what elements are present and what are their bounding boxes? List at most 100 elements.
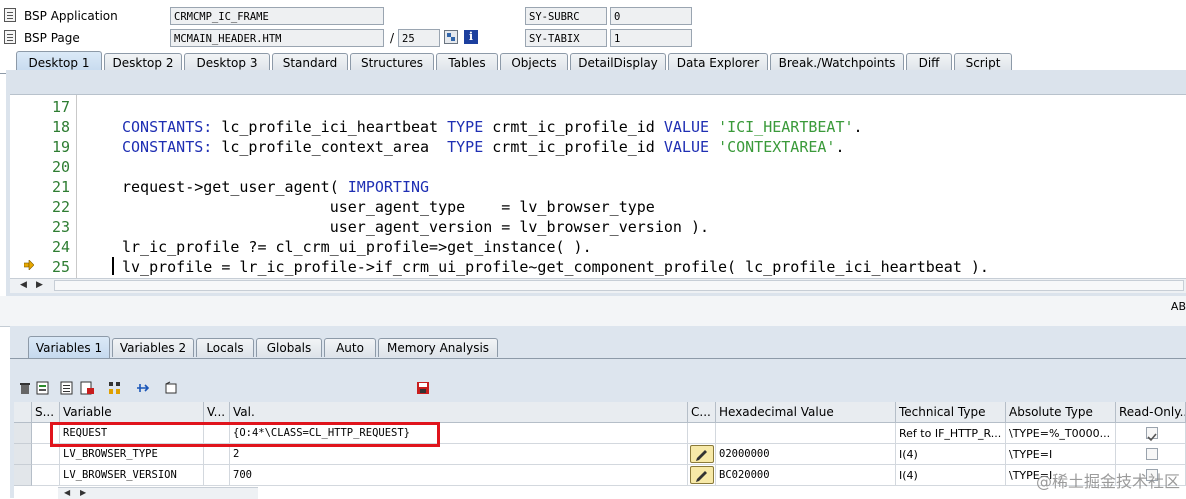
- code-keyword: VALUE: [663, 138, 719, 156]
- text-cursor: [112, 257, 114, 275]
- cell-read-only: [1116, 444, 1186, 465]
- open-folder-icon[interactable]: [164, 381, 178, 395]
- delete-icon[interactable]: [18, 381, 32, 395]
- line-number: 18: [51, 118, 70, 136]
- code-text: CONSTANTS: lc_profile_ici_heartbeat TYPE…: [122, 117, 863, 137]
- page-separator: /: [390, 31, 395, 45]
- table-view-icon[interactable]: [60, 381, 74, 395]
- cell-v: [204, 465, 230, 486]
- header-read-only[interactable]: Read-Only...: [1116, 402, 1186, 423]
- cell-v: [204, 423, 230, 444]
- cell-variable[interactable]: REQUEST: [60, 423, 204, 444]
- edit-pencil-icon[interactable]: [690, 466, 714, 484]
- code-keyword: IMPORTING: [347, 178, 430, 196]
- cell-s: [32, 465, 60, 486]
- code-token: lv_profile = lr_ic_profile->if_crm_ui_pr…: [122, 258, 989, 276]
- code-token: lc_profile_context_area: [221, 138, 448, 156]
- page-count-field[interactable]: 25: [398, 29, 440, 47]
- code-keyword: TYPE: [447, 118, 493, 136]
- code-keyword: CONSTANTS:: [122, 118, 222, 136]
- grid-scroll-left-icon[interactable]: ◀: [64, 488, 70, 497]
- code-text: lv_profile = lr_ic_profile->if_crm_ui_pr…: [122, 257, 989, 277]
- header-selector: [14, 402, 32, 423]
- cell-absolute-type: \TYPE=%_T0000...: [1006, 423, 1116, 444]
- navigate-icon[interactable]: [136, 381, 150, 395]
- variables-grid: S... Variable V... Val. C... Hexadecimal…: [14, 402, 1186, 499]
- code-token: .: [835, 138, 845, 156]
- sy-tabix-label: SY-TABIX: [525, 29, 607, 47]
- code-text: user_agent_version = lv_browser_version …: [122, 217, 709, 237]
- editor-horizontal-scrollbar[interactable]: ◀ ▶: [10, 278, 1186, 293]
- band-right-text: AB: [1170, 300, 1186, 313]
- line-number: 22: [51, 198, 70, 216]
- code-token: user_agent_version = lv_browser_version …: [122, 218, 709, 236]
- line-number: 20: [51, 158, 70, 176]
- cell-variable[interactable]: LV_BROWSER_VERSION: [60, 465, 204, 486]
- header-variable[interactable]: Variable: [60, 402, 204, 423]
- header-absolute-type[interactable]: Absolute Type: [1006, 402, 1116, 423]
- cell-c: [688, 465, 716, 486]
- insert-row-icon[interactable]: [36, 381, 50, 395]
- bsp-application-field[interactable]: CRMCMP_IC_FRAME: [170, 7, 384, 25]
- header-s[interactable]: S...: [32, 402, 60, 423]
- save-icon[interactable]: [416, 381, 430, 395]
- code-token: crmt_ic_profile_id: [492, 118, 664, 136]
- header-hex[interactable]: Hexadecimal Value: [716, 402, 896, 423]
- source-code-editor[interactable]: 17 18 CONSTANTS: lc_profile_ici_heartbeat …: [10, 94, 1186, 279]
- cell-absolute-type: \TYPE=I: [1006, 444, 1116, 465]
- cell-v: [204, 444, 230, 465]
- sort-icon[interactable]: [108, 381, 122, 395]
- bsp-page-label: BSP Page: [24, 31, 80, 45]
- cell-read-only: [1116, 423, 1186, 444]
- tab-auto[interactable]: Auto: [324, 338, 376, 357]
- code-text: CONSTANTS: lc_profile_context_area TYPE …: [122, 137, 845, 157]
- cell-s: [32, 423, 60, 444]
- cell-s: [32, 444, 60, 465]
- scroll-right-icon[interactable]: ▶: [36, 280, 43, 290]
- line-number: 25: [51, 258, 70, 276]
- bsp-application-label: BSP Application: [24, 9, 118, 23]
- tab-memory-analysis[interactable]: Memory Analysis: [378, 338, 498, 357]
- line-number: 24: [51, 238, 70, 256]
- grid-scroll-right-icon[interactable]: ▶: [80, 488, 86, 497]
- tab-globals[interactable]: Globals: [256, 338, 322, 357]
- scroll-left-icon[interactable]: ◀: [20, 280, 27, 290]
- cell-technical-type: Ref to IF_HTTP_R...: [896, 423, 1006, 444]
- cell-c: [688, 444, 716, 465]
- code-token: lr_ic_profile ?= cl_crm_ui_profile=>get_…: [122, 238, 592, 256]
- grid-horizontal-scrollbar[interactable]: ◀ ▶: [58, 487, 258, 499]
- tab-locals[interactable]: Locals: [196, 338, 254, 357]
- bsp-page-field[interactable]: MCMAIN_HEADER.HTM: [170, 29, 384, 47]
- code-token: .: [853, 118, 863, 136]
- row-selector[interactable]: [14, 423, 32, 444]
- row-selector[interactable]: [14, 444, 32, 465]
- edit-pencil-icon[interactable]: [690, 445, 714, 463]
- line-number: 23: [51, 218, 70, 236]
- cell-technical-type: I(4): [896, 465, 1006, 486]
- tab-variables-1[interactable]: Variables 1: [28, 336, 110, 358]
- scroll-thumb[interactable]: [54, 280, 1184, 291]
- cell-value[interactable]: 2: [230, 444, 688, 465]
- header-v[interactable]: V...: [204, 402, 230, 423]
- tab-variables-2[interactable]: Variables 2: [112, 338, 194, 357]
- bsp-application-icon: [4, 8, 16, 22]
- sy-tabix-value: 1: [610, 29, 692, 47]
- header-technical-type[interactable]: Technical Type: [896, 402, 1006, 423]
- cell-variable[interactable]: LV_BROWSER_TYPE: [60, 444, 204, 465]
- debugger-header: BSP Application CRMCMP_IC_FRAME BSP Page…: [0, 0, 1186, 50]
- cell-value[interactable]: 700: [230, 465, 688, 486]
- code-text: request->get_user_agent( IMPORTING: [122, 177, 429, 197]
- header-value[interactable]: Val.: [230, 402, 688, 423]
- read-only-checkbox[interactable]: [1146, 427, 1158, 442]
- code-token: request->get_user_agent(: [122, 178, 348, 196]
- read-only-checkbox[interactable]: [1146, 448, 1158, 460]
- cell-hex: [716, 423, 896, 444]
- remove-row-icon[interactable]: [80, 381, 94, 395]
- row-selector[interactable]: [14, 465, 32, 486]
- info-icon[interactable]: i: [464, 30, 478, 44]
- header-c[interactable]: C...: [688, 402, 716, 423]
- code-keyword: CONSTANTS:: [122, 138, 222, 156]
- cell-hex: 02000000: [716, 444, 896, 465]
- cell-value[interactable]: {O:4*\CLASS=CL_HTTP_REQUEST}: [230, 423, 688, 444]
- display-source-icon[interactable]: [444, 30, 458, 44]
